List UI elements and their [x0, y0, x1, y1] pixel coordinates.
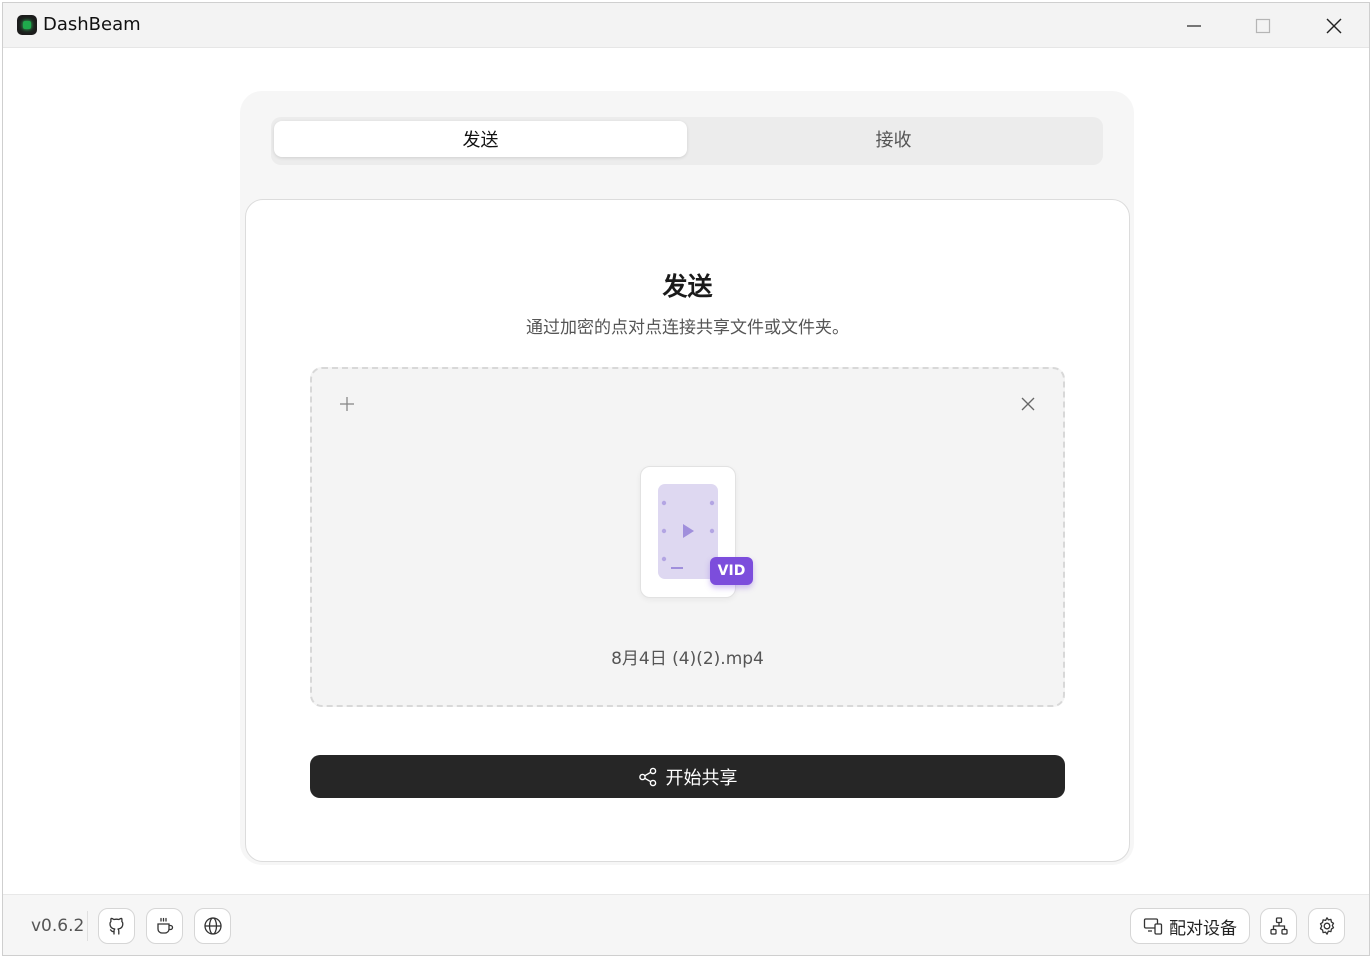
- tab-send[interactable]: 发送: [274, 121, 687, 157]
- window-close-button[interactable]: [1299, 3, 1369, 48]
- mode-tabs: 发送 接收: [271, 117, 1103, 165]
- minimize-button[interactable]: [1159, 3, 1229, 48]
- app-window: DashBeam 发送 接收 发送 通过加密的点对点连接共享文件或文件夹。 VI…: [2, 2, 1370, 956]
- video-preview-tile: [658, 484, 718, 579]
- share-icon: [638, 767, 656, 786]
- card-title: 发送: [662, 272, 713, 301]
- file-name: 8月4日 (4)(2).mp4: [611, 649, 764, 669]
- minimize-icon: [1187, 24, 1201, 27]
- main-panel: 发送 接收 发送 通过加密的点对点连接共享文件或文件夹。 VID 8月4日 (4…: [240, 91, 1134, 865]
- pair-devices-label: 配对设备: [1169, 918, 1237, 939]
- play-icon: [661, 500, 715, 569]
- add-file-button[interactable]: [334, 391, 360, 417]
- maximize-button[interactable]: [1228, 3, 1298, 48]
- title-bar: DashBeam: [3, 3, 1369, 48]
- globe-icon: [203, 917, 222, 935]
- file-type-badge: VID: [710, 557, 753, 585]
- maximize-icon: [1255, 18, 1271, 33]
- coffee-button[interactable]: [146, 908, 183, 944]
- settings-icon: [1319, 917, 1334, 935]
- start-share-label: 开始共享: [665, 767, 738, 789]
- settings-button[interactable]: [1308, 908, 1345, 944]
- close-icon: [1326, 18, 1342, 33]
- card-subtitle: 通过加密的点对点连接共享文件或文件夹。: [526, 318, 849, 338]
- language-button[interactable]: [194, 908, 231, 944]
- send-card: 发送 通过加密的点对点连接共享文件或文件夹。 VID 8月4日 (4)(2).m…: [245, 199, 1130, 862]
- network-icon: [1269, 917, 1288, 935]
- start-share-button[interactable]: 开始共享: [310, 755, 1065, 798]
- tab-receive[interactable]: 接收: [687, 121, 1100, 157]
- close-icon: [1021, 397, 1035, 411]
- coffee-icon: [156, 917, 173, 934]
- file-dropzone[interactable]: VID 8月4日 (4)(2).mp4: [310, 367, 1065, 707]
- footer-divider: [87, 911, 88, 941]
- app-title: DashBeam: [43, 14, 141, 35]
- github-button[interactable]: [98, 908, 135, 944]
- devices-icon: [1143, 918, 1163, 935]
- github-icon: [108, 917, 123, 935]
- network-button[interactable]: [1260, 908, 1297, 944]
- pair-devices-button[interactable]: 配对设备: [1130, 908, 1250, 944]
- plus-icon: [340, 397, 354, 411]
- clear-files-button[interactable]: [1015, 391, 1041, 417]
- footer-bar: v0.6.2 配对设备: [3, 894, 1369, 955]
- app-logo-icon: [17, 15, 37, 35]
- version-label: v0.6.2: [31, 916, 85, 936]
